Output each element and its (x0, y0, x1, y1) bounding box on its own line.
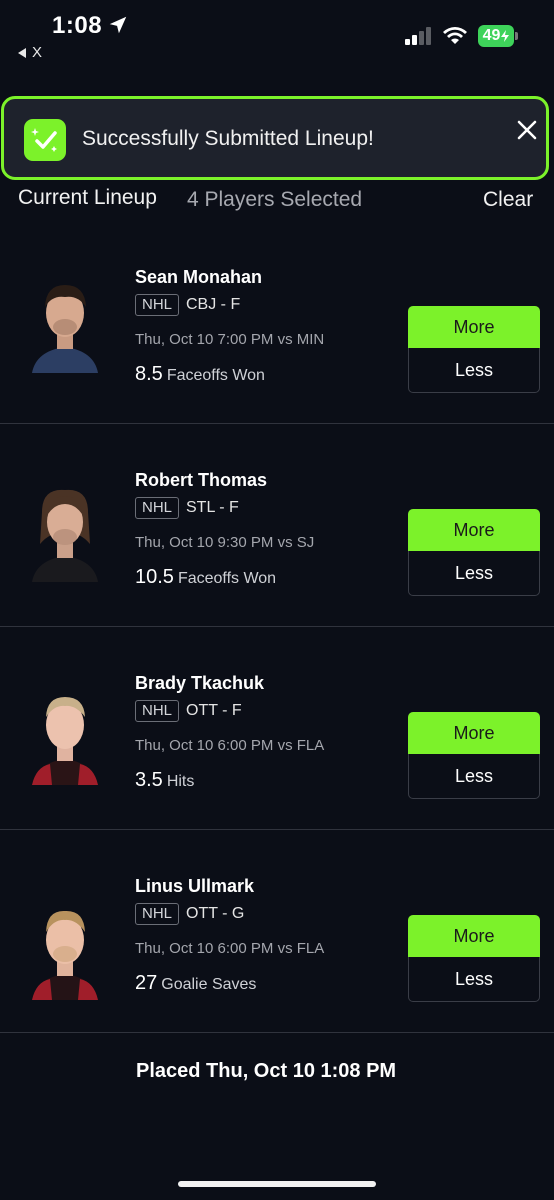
stat-type: Hits (166, 773, 195, 790)
less-button[interactable]: Less (408, 957, 540, 1002)
back-label: X (32, 44, 43, 61)
close-icon[interactable] (516, 119, 538, 141)
game-time: Thu, Oct 10 6:00 PM vs FLA (135, 940, 325, 957)
projection-line: 8.5 Faceoffs Won (135, 363, 265, 386)
player-card: Robert Thomas NHL STL - F Thu, Oct 10 9:… (0, 424, 554, 627)
more-button[interactable]: More (408, 306, 540, 348)
home-indicator[interactable] (178, 1181, 376, 1187)
wifi-icon (443, 27, 467, 44)
back-to-app-button[interactable]: X (18, 44, 42, 61)
more-button[interactable]: More (408, 712, 540, 754)
sparkle-check-icon (24, 119, 66, 161)
player-card: Linus Ullmark NHL OTT - G Thu, Oct 10 6:… (0, 830, 554, 1033)
projection-line: 3.5 Hits (135, 769, 194, 792)
player-card: Brady Tkachuk NHL OTT - F Thu, Oct 10 6:… (0, 627, 554, 830)
current-lineup-title: Current Lineup (18, 186, 157, 209)
league-badge: NHL (135, 294, 180, 316)
league-badge: NHL (135, 700, 180, 722)
player-name: Linus Ullmark (135, 876, 255, 896)
less-button[interactable]: Less (408, 348, 540, 393)
back-triangle-icon (18, 47, 26, 58)
player-name: Robert Thomas (135, 470, 268, 490)
battery-level: 49 (482, 27, 501, 44)
player-name: Brady Tkachuk (135, 673, 265, 693)
team-position: OTT - F (186, 702, 242, 719)
placed-timestamp: Placed Thu, Oct 10 1:08 PM (136, 1060, 397, 1082)
more-button[interactable]: More (408, 915, 540, 957)
clear-button[interactable]: Clear (483, 188, 533, 212)
player-headshot (32, 489, 98, 582)
game-time: Thu, Oct 10 9:30 PM vs SJ (135, 534, 315, 551)
team-position: CBJ - F (186, 296, 241, 313)
status-time: 1:08 (52, 12, 103, 39)
charging-bolt-icon (501, 30, 510, 42)
less-button[interactable]: Less (408, 754, 540, 799)
projection-line: 10.5 Faceoffs Won (135, 566, 276, 589)
battery-indicator: 49 (478, 25, 514, 47)
line-value: 27 (135, 972, 158, 994)
cellular-signal-icon (405, 27, 431, 45)
players-selected-count: 4 Players Selected (187, 188, 363, 211)
player-headshot (32, 697, 98, 785)
battery-tip (515, 32, 518, 40)
projection-line: 27 Goalie Saves (135, 972, 256, 995)
location-arrow-icon (109, 16, 127, 34)
player-card: Sean Monahan NHL CBJ - F Thu, Oct 10 7:0… (0, 221, 554, 424)
team-position: STL - F (186, 499, 239, 516)
player-name: Sean Monahan (135, 267, 263, 287)
league-badge: NHL (135, 497, 180, 519)
more-button[interactable]: More (408, 509, 540, 551)
stat-type: Faceoffs Won (177, 570, 277, 587)
line-value: 10.5 (135, 566, 174, 588)
success-toast: Successfully Submitted Lineup! (1, 96, 549, 180)
divider (0, 1032, 554, 1033)
game-time: Thu, Oct 10 6:00 PM vs FLA (135, 737, 325, 754)
stat-type: Goalie Saves (161, 976, 257, 993)
game-time: Thu, Oct 10 7:00 PM vs MIN (135, 331, 325, 348)
player-headshot (32, 285, 98, 373)
toast-message: Successfully Submitted Lineup! (82, 127, 374, 150)
team-position: OTT - G (186, 905, 245, 922)
league-badge: NHL (135, 903, 180, 925)
less-button[interactable]: Less (408, 551, 540, 596)
status-bar: 1:08 X 49 (0, 0, 554, 70)
line-value: 3.5 (135, 769, 163, 791)
stat-type: Faceoffs Won (166, 367, 265, 384)
line-value: 8.5 (135, 363, 163, 385)
player-headshot (32, 910, 98, 1000)
